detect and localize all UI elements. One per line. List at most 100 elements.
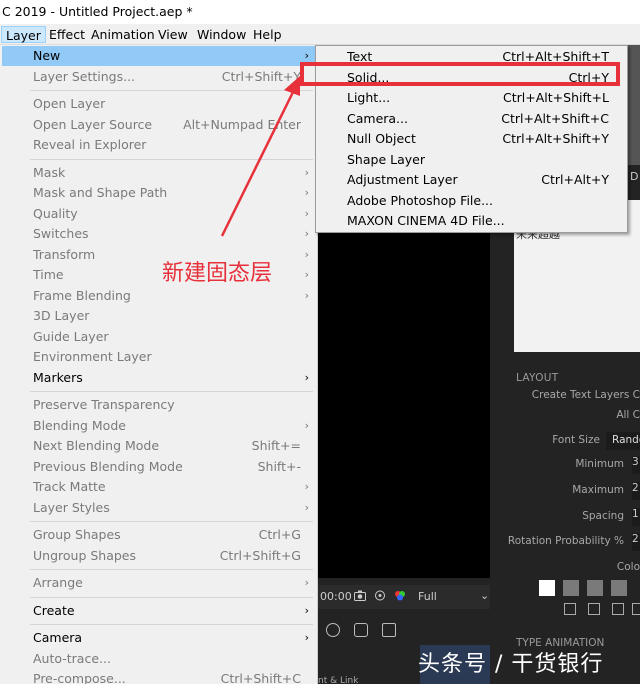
menu-item-create[interactable]: Create › (2, 601, 315, 621)
menu-item-label: Switches (33, 226, 89, 241)
menubar: Layer Effect Animation View Window Help (0, 24, 640, 45)
all-c[interactable]: All C (560, 409, 640, 421)
menu-item-label: Mask (33, 164, 66, 180)
chevron-right-icon: › (304, 227, 309, 240)
tool-circle-icon[interactable] (326, 623, 340, 637)
layer-menu: New › Layer Settings... Ctrl+Shift+Y Open La… (0, 45, 318, 684)
tool-box-icon[interactable] (354, 623, 368, 637)
menu-item-blending-mode[interactable]: Blending Mode › (2, 416, 315, 436)
menu-item-camera[interactable]: Camera › (2, 628, 315, 648)
menu-item-shortcut: Shift+- (257, 458, 301, 474)
resolution-select[interactable]: Full (418, 590, 437, 603)
menu-item-label: Time (33, 267, 64, 282)
viewer-timecode[interactable]: 00:00 (320, 590, 352, 603)
submenu-item-label: Adobe Photoshop File... (347, 192, 493, 208)
color-swatch-1[interactable] (539, 580, 555, 596)
menu-item-next-blending-mode[interactable]: Next Blending Mode Shift+= (2, 436, 315, 456)
submenu-item-adobe-photoshop-file[interactable]: Adobe Photoshop File... (318, 191, 625, 211)
menu-item-auto-trace[interactable]: Auto-trace... (2, 649, 315, 669)
chevron-right-icon: › (304, 370, 309, 384)
maximum-field[interactable]: 2 (632, 482, 640, 500)
checkbox-2[interactable] (588, 603, 600, 615)
color-swatch-3[interactable] (587, 580, 603, 596)
menu-item-label: Ungroup Shapes (33, 547, 137, 563)
menu-item-reveal-in-explorer[interactable]: Reveal in Explorer (2, 135, 315, 155)
spacing-field[interactable]: 1 (632, 508, 640, 526)
menu-item-open-layer-source[interactable]: Open Layer Source Alt+Numpad Enter (2, 115, 315, 135)
menu-item-label: Layer Settings... (33, 68, 136, 84)
menu-item-label: Open Layer Source (33, 116, 153, 132)
color-swatch-4[interactable] (611, 580, 627, 596)
font-size-select[interactable]: Rando (606, 432, 640, 450)
submenu-item-light[interactable]: Light... Ctrl+Alt+Shift+L (318, 88, 625, 108)
menu-item-frame-blending[interactable]: Frame Blending › (2, 286, 315, 306)
submenu-item-camera[interactable]: Camera... Ctrl+Alt+Shift+C (318, 109, 625, 129)
menu-item-switches[interactable]: Switches › (2, 224, 315, 244)
menu-effect[interactable]: Effect (45, 26, 89, 43)
menu-item-group-shapes[interactable]: Group Shapes Ctrl+G (2, 525, 315, 545)
submenu-item-adjustment-layer[interactable]: Adjustment Layer Ctrl+Alt+Y (318, 170, 625, 190)
menu-item-shortcut: Ctrl+Shift+G (219, 547, 301, 563)
chevron-down-icon[interactable]: ⌄ (480, 589, 489, 602)
submenu-item-label: Null Object (347, 131, 416, 146)
spacing-label: Spacing (582, 510, 624, 522)
menu-item-label: Arrange (33, 575, 83, 590)
menu-item-label: Create (33, 602, 75, 618)
submenu-item-label: MAXON CINEMA 4D File... (347, 213, 505, 228)
menu-item-label: Camera (33, 630, 83, 645)
snapshot-icon[interactable] (374, 590, 386, 601)
menu-layer[interactable]: Layer (1, 26, 46, 43)
menu-item-label: Track Matte (33, 479, 106, 494)
menu-item-mask[interactable]: Mask › (2, 163, 315, 183)
checkbox-4[interactable] (632, 603, 640, 615)
checkbox-1[interactable] (564, 603, 576, 615)
menu-animation[interactable]: Animation (87, 26, 159, 43)
menu-item-ungroup-shapes[interactable]: Ungroup Shapes Ctrl+Shift+G (2, 546, 315, 566)
menu-item-preserve-transparency[interactable]: Preserve Transparency (2, 395, 315, 415)
menu-item-label: Frame Blending (33, 287, 131, 303)
menu-item-label: Guide Layer (33, 328, 109, 344)
menu-item-environment-layer[interactable]: Environment Layer (2, 347, 315, 367)
chevron-right-icon: › (304, 288, 309, 302)
menu-item-layer-settings[interactable]: Layer Settings... Ctrl+Shift+Y (2, 67, 315, 87)
menu-item-shortcut: Ctrl+Shift+Y (221, 68, 301, 84)
minimum-field[interactable]: 3 (632, 456, 640, 474)
create-text-layers[interactable]: Create Text Layers C (510, 389, 640, 401)
menu-item-3d-layer[interactable]: 3D Layer (2, 306, 315, 326)
color-swatch-2[interactable] (563, 580, 579, 596)
menu-help[interactable]: Help (249, 26, 286, 43)
menu-item-label: Transform (33, 246, 96, 262)
layout-heading: LAYOUT (516, 372, 559, 384)
checkbox-3[interactable] (612, 603, 624, 615)
tool-graph-icon[interactable] (382, 623, 396, 637)
menu-view[interactable]: View (154, 26, 192, 43)
composition-viewer (318, 230, 490, 578)
menu-item-quality[interactable]: Quality › (2, 204, 315, 224)
menu-item-previous-blending-mode[interactable]: Previous Blending Mode Shift+- (2, 457, 315, 477)
color-channel-icon[interactable] (394, 590, 406, 601)
menu-item-markers[interactable]: Markers › (2, 368, 315, 388)
menu-item-guide-layer[interactable]: Guide Layer (2, 327, 315, 347)
viewer-toolbar: 00:00 Full ⌄ (318, 585, 490, 609)
menu-item-label: Environment Layer (33, 349, 152, 364)
submenu-item-label: Light... (347, 90, 391, 105)
camera-icon[interactable] (354, 590, 366, 601)
menu-item-pre-compose[interactable]: Pre-compose... Ctrl+Shift+C (2, 669, 315, 684)
menu-item-label: Mask and Shape Path (33, 185, 168, 200)
menu-item-layer-styles[interactable]: Layer Styles › (2, 498, 315, 518)
menu-item-label: Markers (33, 369, 83, 385)
submenu-item-shape-layer[interactable]: Shape Layer (318, 150, 625, 170)
thumb-label: D (630, 170, 639, 183)
menu-item-mask-and-shape-path[interactable]: Mask and Shape Path › (2, 183, 315, 203)
menu-item-new[interactable]: New › (2, 46, 315, 66)
menu-window[interactable]: Window (193, 26, 250, 43)
submenu-item-null-object[interactable]: Null Object Ctrl+Alt+Shift+Y (318, 129, 625, 149)
menu-item-open-layer[interactable]: Open Layer (2, 94, 315, 114)
menu-item-label: Group Shapes (33, 527, 121, 542)
menu-item-arrange[interactable]: Arrange › (2, 573, 315, 593)
timeline-tab[interactable]: nt & Link (318, 676, 358, 684)
rotation-field[interactable]: 2 (632, 533, 640, 551)
submenu-item-maxon-cinema-4d-file[interactable]: MAXON CINEMA 4D File... (318, 211, 625, 231)
menu-separator (30, 569, 313, 570)
menu-item-track-matte[interactable]: Track Matte › (2, 477, 315, 497)
